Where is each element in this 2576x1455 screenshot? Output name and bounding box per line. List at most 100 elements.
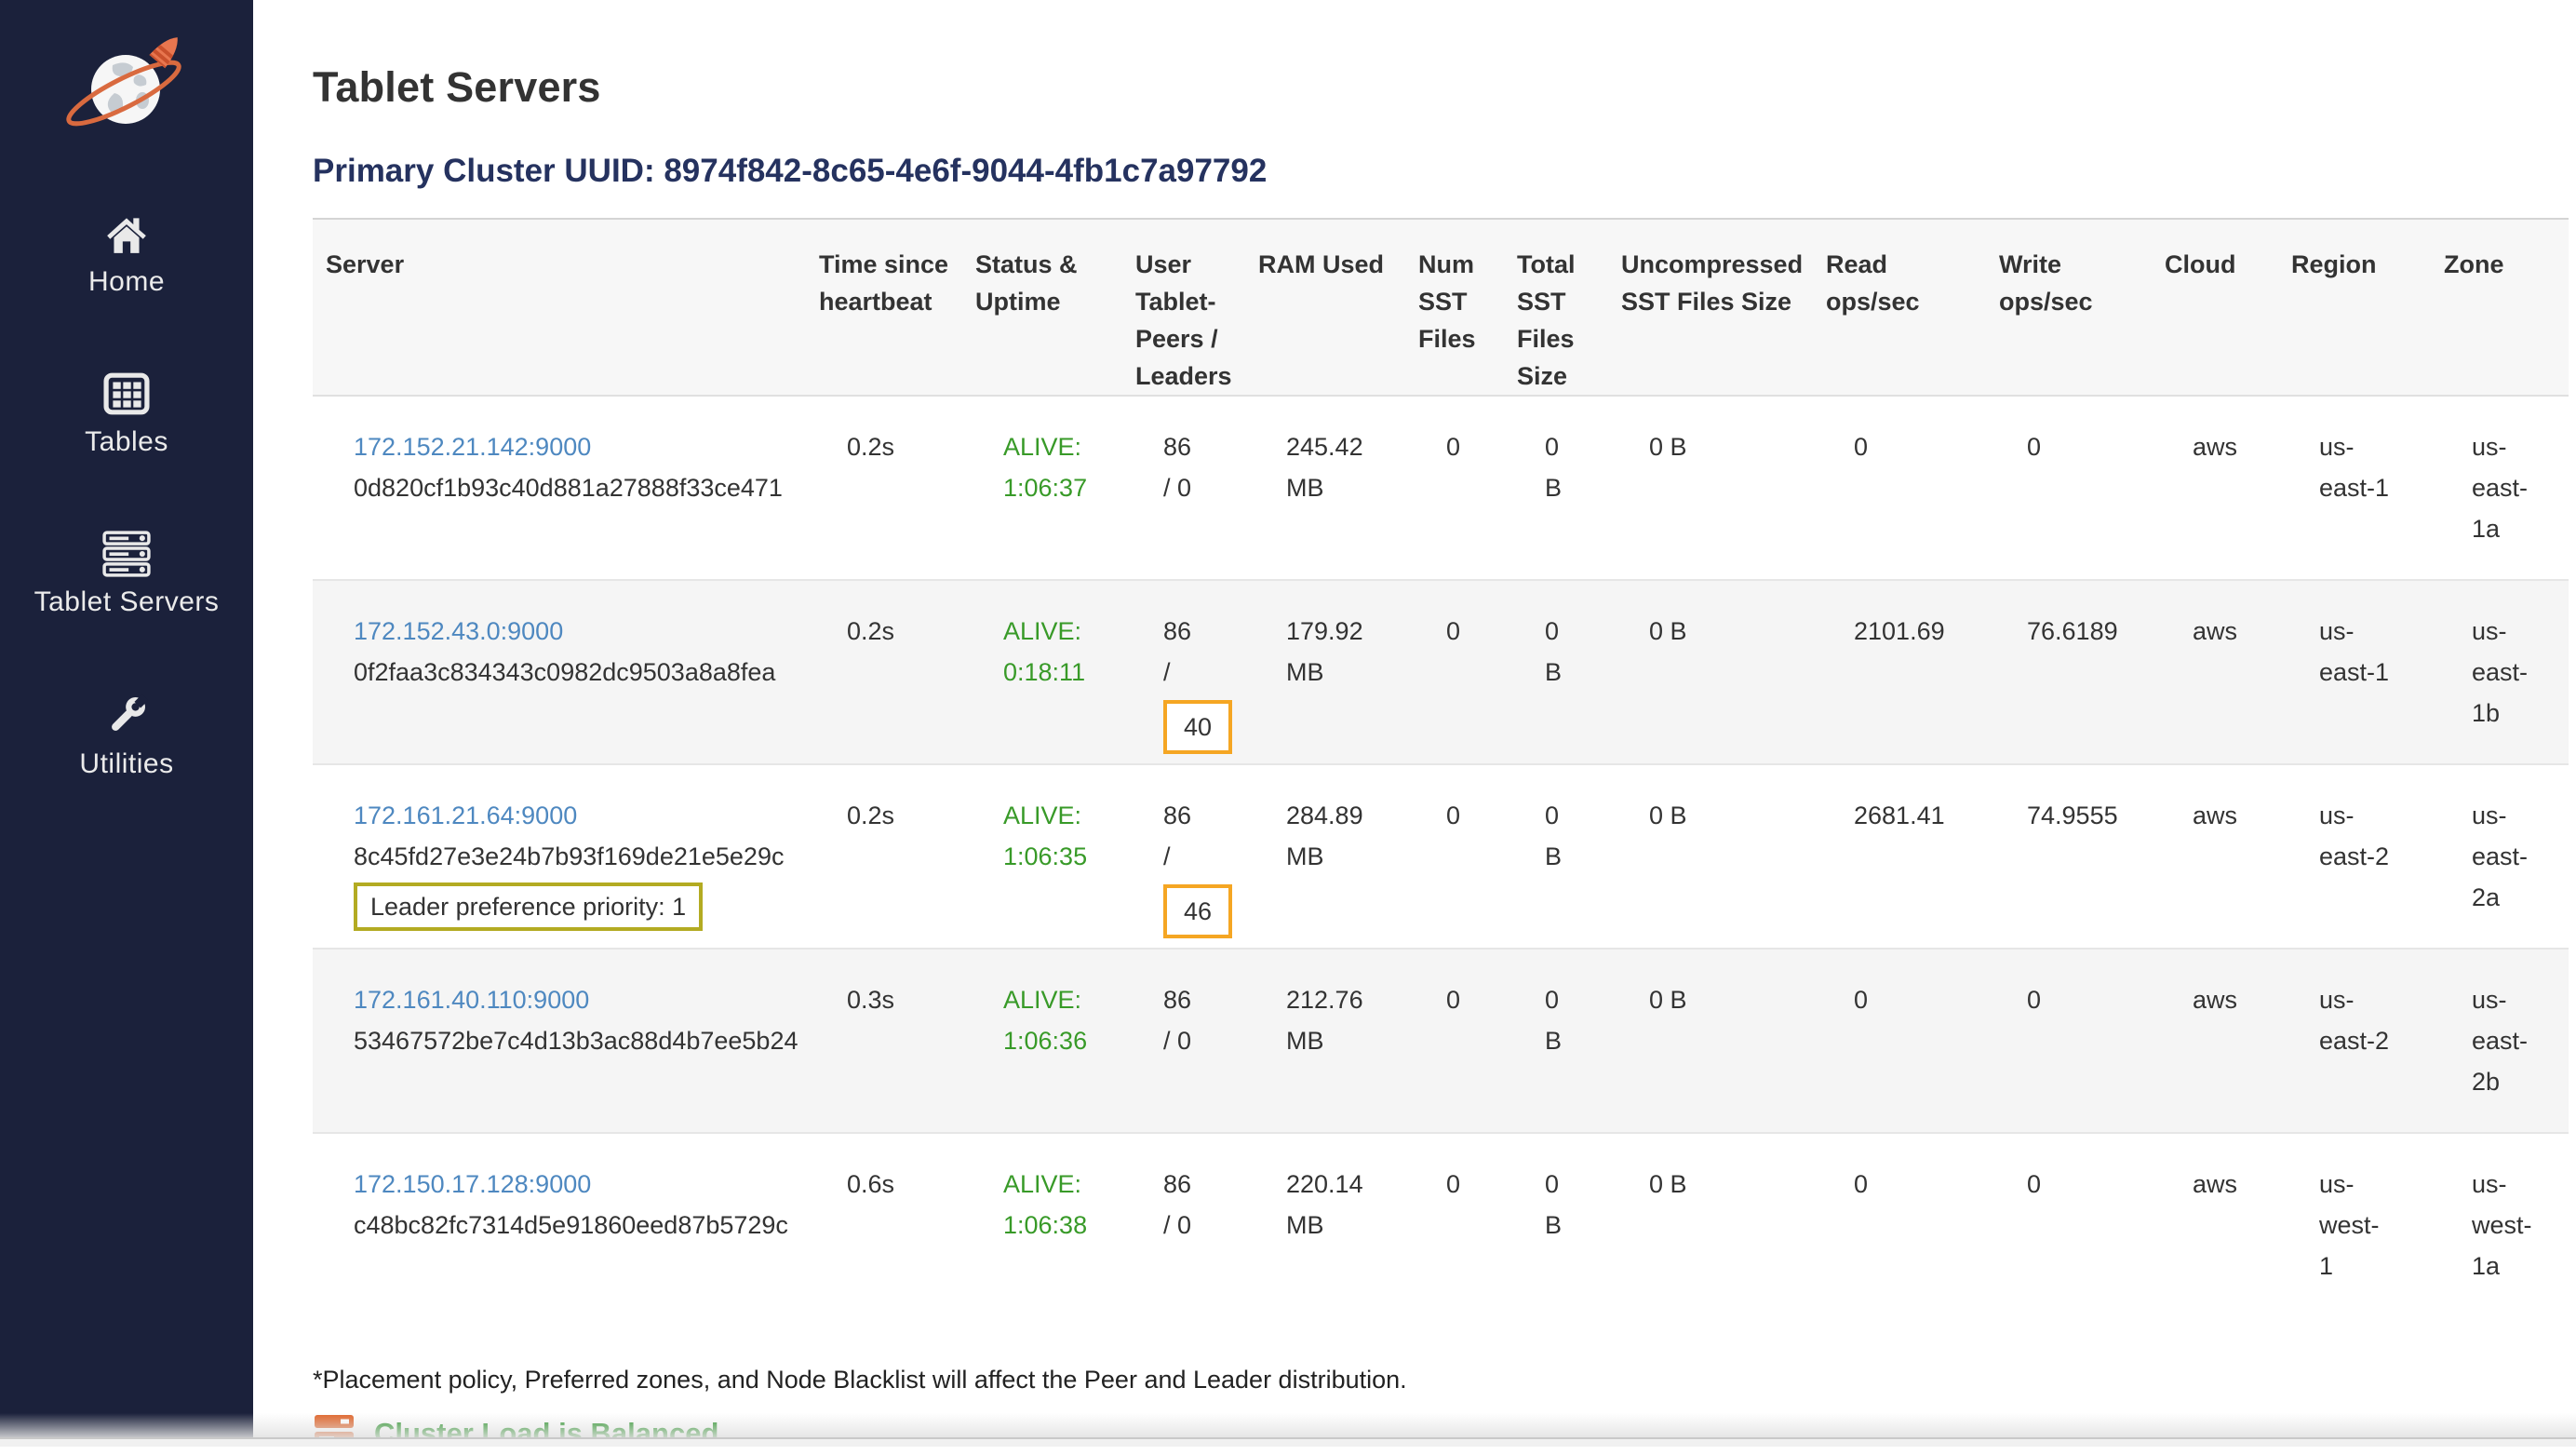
status-alive-text: ALIVE: 1:06:38 [1003, 1164, 1126, 1246]
region-value: us-east-1 [2319, 611, 2390, 693]
col-zone: Zone [2431, 219, 2569, 396]
sidebar-item-label: Utilities [79, 748, 173, 780]
cell-total-sst-files-size: 0 B [1504, 396, 1608, 580]
col-time-since-heartbeat: Time since heartbeat [806, 219, 962, 396]
server-uuid: 0d820cf1b93c40d881a27888f33ce471 [354, 474, 783, 502]
cell-total-sst-files-size: 0 B [1504, 764, 1608, 949]
cell-num-sst-files: 0 [1405, 1133, 1504, 1317]
ram-used-value: 284.89 MB [1286, 795, 1379, 877]
ram-used-value: 245.42 MB [1286, 426, 1379, 508]
col-write-ops: Write ops/sec [1986, 219, 2152, 396]
server-link[interactable]: 172.152.21.142:9000 [354, 433, 591, 461]
zone-value: us-east-2a [2472, 795, 2542, 918]
status-alive-text: ALIVE: 1:06:37 [1003, 426, 1126, 508]
server-link[interactable]: 172.152.43.0:9000 [354, 617, 563, 645]
cell-read-ops: 0 [1813, 1133, 1986, 1317]
tables-icon [102, 370, 151, 417]
cluster-load-status: Cluster Load is Balanced [313, 1411, 2576, 1455]
region-value: us-east-1 [2319, 426, 2390, 508]
cell-uncompressed-sst-files-size: 0 B [1608, 580, 1813, 764]
status-alive-text: ALIVE: 1:06:35 [1003, 795, 1126, 877]
cell-region: us-east-1 [2278, 396, 2431, 580]
cell-total-sst-files-size: 0 B [1504, 949, 1608, 1133]
cell-uncompressed-sst-files-size: 0 B [1608, 396, 1813, 580]
cell-zone: us-east-1b [2431, 580, 2569, 764]
cell-total-sst-files-size: 0 B [1504, 580, 1608, 764]
sidebar: Home Tables [0, 0, 253, 1447]
cell-time-since-heartbeat: 0.2s [806, 580, 962, 764]
cell-region: us-east-1 [2278, 580, 2431, 764]
col-uncompressed-sst-files-size: Uncompressed SST Files Size [1608, 219, 1813, 396]
cell-time-since-heartbeat: 0.3s [806, 949, 962, 1133]
cell-zone: us-east-2a [2431, 764, 2569, 949]
cell-peers-leaders: 86/ 0 [1122, 396, 1245, 580]
sidebar-item-home[interactable]: Home [0, 210, 253, 298]
sidebar-item-utilities[interactable]: Utilities [0, 693, 253, 780]
cell-write-ops: 0 [1986, 396, 2152, 580]
cell-cloud: aws [2152, 764, 2278, 949]
server-link[interactable]: 172.161.40.110:9000 [354, 986, 589, 1014]
sidebar-item-tablet-servers[interactable]: Tablet Servers [0, 531, 253, 618]
cell-num-sst-files: 0 [1405, 580, 1504, 764]
main-content: Tablet Servers Primary Cluster UUID: 897… [253, 0, 2576, 1447]
peers-count: 86 [1163, 802, 1191, 829]
region-value: us-east-2 [2319, 795, 2390, 877]
leader-preference-badge: Leader preference priority: 1 [354, 882, 703, 931]
cell-peers-leaders: 86/ 0 [1122, 1133, 1245, 1317]
cell-region: us-east-2 [2278, 764, 2431, 949]
col-user-tablet-peers-leaders: User Tablet-Peers / Leaders [1122, 219, 1245, 396]
zone-value: us-east-1a [2472, 426, 2542, 549]
cell-write-ops: 0 [1986, 1133, 2152, 1317]
cell-cloud: aws [2152, 949, 2278, 1133]
cell-time-since-heartbeat: 0.2s [806, 764, 962, 949]
cell-read-ops: 0 [1813, 949, 1986, 1133]
cell-time-since-heartbeat: 0.6s [806, 1133, 962, 1317]
cell-server: 172.152.21.142:9000 0d820cf1b93c40d881a27… [313, 396, 806, 580]
zone-value: us-west-1a [2472, 1164, 2542, 1287]
region-value: us-west-1 [2319, 1164, 2390, 1287]
cell-peers-leaders: 86/ 0 [1122, 949, 1245, 1133]
sidebar-item-tables[interactable]: Tables [0, 370, 253, 458]
peers-leaders-separator: / [1163, 658, 1171, 686]
cell-ram-used: 212.76 MB [1245, 949, 1405, 1133]
status-alive-text: ALIVE: 0:18:11 [1003, 611, 1126, 693]
cell-num-sst-files: 0 [1405, 396, 1504, 580]
cell-zone: us-east-2b [2431, 949, 2569, 1133]
cell-zone: us-west-1a [2431, 1133, 2569, 1317]
server-link[interactable]: 172.161.21.64:9000 [354, 802, 577, 829]
cell-server: 172.150.17.128:9000c48bc82fc7314d5e91860… [313, 1133, 806, 1317]
status-alive-text: ALIVE: 1:06:36 [1003, 979, 1126, 1061]
cell-read-ops: 2101.69 [1813, 580, 1986, 764]
ram-used-value: 220.14 MB [1286, 1164, 1379, 1246]
ram-used-value: 179.92 MB [1286, 611, 1379, 693]
cell-status-uptime: ALIVE: 1:06:35 [962, 764, 1122, 949]
cell-status-uptime: ALIVE: 1:06:38 [962, 1133, 1122, 1317]
total-sst-size-value: 0 B [1545, 795, 1575, 877]
cell-write-ops: 0 [1986, 949, 2152, 1133]
col-region: Region [2278, 219, 2431, 396]
cell-time-since-heartbeat: 0.2s [806, 396, 962, 580]
primary-cluster-uuid: Primary Cluster UUID: 8974f842-8c65-4e6f… [313, 153, 2576, 190]
page-title: Tablet Servers [313, 63, 2576, 112]
table-row: 172.161.40.110:9000 53467572be7c4d13b3ac8… [313, 949, 2569, 1133]
cell-ram-used: 245.42 MB [1245, 396, 1405, 580]
server-link[interactable]: 172.150.17.128:9000 [354, 1170, 591, 1198]
cell-server: 172.161.40.110:9000 53467572be7c4d13b3ac8… [313, 949, 806, 1133]
cluster-load-icon [313, 1411, 357, 1455]
cell-status-uptime: ALIVE: 0:18:11 [962, 580, 1122, 764]
cell-num-sst-files: 0 [1405, 949, 1504, 1133]
leaders-count-highlighted: 46 [1163, 884, 1232, 938]
cell-zone: us-east-1a [2431, 396, 2569, 580]
cell-ram-used: 284.89 MB [1245, 764, 1405, 949]
leaders-count: / 0 [1163, 1211, 1191, 1239]
server-uuid: 8c45fd27e3e24b7b93f169de21e5e29c [354, 842, 784, 870]
table-header-row: Server Time since heartbeat Status & Upt… [313, 219, 2569, 396]
peers-count: 86 [1163, 617, 1191, 645]
cell-region: us-east-2 [2278, 949, 2431, 1133]
cell-uncompressed-sst-files-size: 0 B [1608, 949, 1813, 1133]
server-uuid: 53467572be7c4d13b3ac88d4b7ee5b24 [354, 1027, 798, 1055]
cell-total-sst-files-size: 0 B [1504, 1133, 1608, 1317]
col-cloud: Cloud [2152, 219, 2278, 396]
cell-cloud: aws [2152, 1133, 2278, 1317]
zone-value: us-east-2b [2472, 979, 2542, 1102]
